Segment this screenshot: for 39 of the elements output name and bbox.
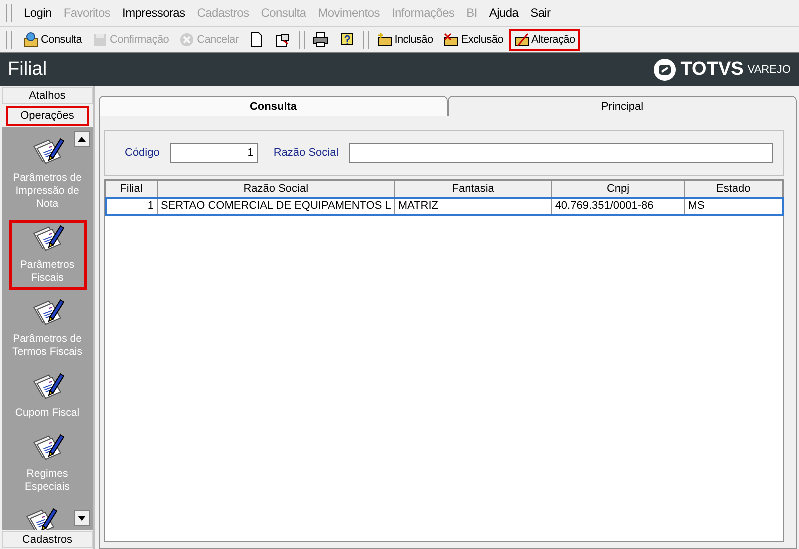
logo-text: TOTVS (680, 58, 744, 80)
up-arrow-icon (78, 136, 86, 142)
toolbar-button[interactable]: Inclusão (372, 28, 438, 50)
cancel-icon (179, 32, 196, 48)
printer-icon (312, 32, 329, 48)
menu-item[interactable]: Ajuda (483, 6, 525, 20)
toolbar-button[interactable]: Exclusão (438, 28, 509, 50)
help-icon (338, 32, 355, 48)
page-title: Filial (8, 58, 48, 80)
scroll-down-button[interactable] (74, 510, 90, 526)
menu-item[interactable]: Sair (524, 6, 557, 20)
column-header[interactable]: Filial (106, 180, 158, 198)
column-header[interactable]: Fantasia (394, 180, 552, 198)
folder-add-icon (376, 32, 393, 48)
menu-item[interactable]: Login (18, 6, 58, 20)
toolbar-button[interactable]: Alteração (508, 28, 580, 50)
scroll-up-button[interactable] (74, 131, 90, 147)
logo-icon (652, 58, 677, 82)
table-row[interactable]: 1 SERTAO COMERCIAL DE EQUIPAMENTOS L MATRIZ 40.769.351/0001-86 MS (106, 198, 782, 214)
logo-suffix: VAREJO (748, 64, 791, 76)
sidebar-section-button[interactable]: Cadastros (2, 531, 93, 548)
menu-item[interactable]: Impressoras (116, 6, 192, 20)
field-label: Razão Social (274, 147, 339, 159)
tab[interactable]: Principal (448, 96, 797, 116)
down-arrow-icon (78, 516, 86, 520)
code-field[interactable]: 1 (170, 143, 258, 163)
document-export-icon (274, 32, 291, 48)
company-name-field[interactable] (348, 143, 773, 163)
toolbar-button[interactable]: Consulta (18, 28, 88, 50)
tab[interactable]: Consulta (99, 96, 448, 116)
sidebar-section-button[interactable]: Operações (6, 106, 89, 126)
folder-delete-icon (443, 32, 460, 48)
folder-edit-icon (514, 32, 530, 48)
column-header[interactable]: Cnpj (552, 180, 685, 198)
column-header[interactable]: Razão Social (157, 180, 395, 198)
column-header[interactable]: Estado (684, 180, 782, 198)
blank-page-icon (248, 32, 265, 48)
sidebar-section-button[interactable]: Atalhos (2, 87, 93, 104)
field-label: Código (125, 147, 160, 159)
